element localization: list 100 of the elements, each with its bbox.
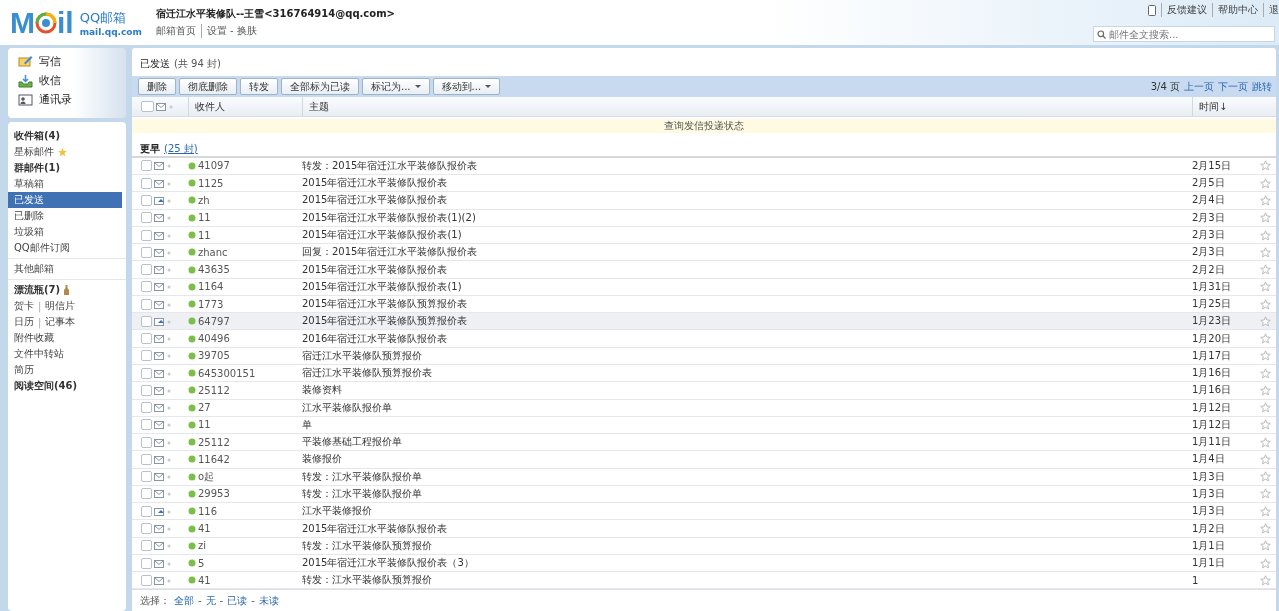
- star-icon[interactable]: [1259, 264, 1271, 276]
- column-header[interactable]: 收件人: [188, 97, 302, 117]
- sidebar-action[interactable]: 通讯录: [18, 92, 126, 107]
- toolbar-button[interactable]: 移动到...: [432, 78, 501, 96]
- star-icon[interactable]: [1259, 367, 1271, 379]
- mail-row[interactable]: 40496 2016年宿迁江水平装修队报价表 1月20日: [132, 330, 1276, 348]
- select-link[interactable]: 已读: [227, 593, 248, 608]
- star-icon[interactable]: [1259, 471, 1271, 483]
- checkbox[interactable]: [141, 101, 154, 113]
- folder-item[interactable]: 草稿箱: [8, 176, 126, 192]
- star-icon[interactable]: [1259, 436, 1271, 448]
- checkbox[interactable]: [141, 315, 152, 327]
- mail-row[interactable]: 11 单 1月12日: [132, 416, 1276, 435]
- checkbox[interactable]: [141, 350, 152, 362]
- star-icon[interactable]: [1259, 419, 1271, 431]
- notice-bar[interactable]: 查询发信投递状态: [132, 119, 1276, 134]
- toolbar-button[interactable]: 全部标为已读: [281, 78, 359, 96]
- checkbox[interactable]: [141, 194, 152, 206]
- checkbox[interactable]: [141, 333, 152, 345]
- mail-row[interactable]: 11 2015年宿迁江水平装修队报价表(1) 2月3日: [132, 226, 1276, 245]
- star-icon[interactable]: [1259, 281, 1271, 293]
- star-icon[interactable]: [1259, 194, 1271, 206]
- star-icon[interactable]: [1259, 453, 1271, 465]
- folder-link[interactable]: 日历: [14, 315, 34, 329]
- mail-row[interactable]: 25112 装修资料 1月16日: [132, 382, 1276, 400]
- top-link[interactable]: 反馈建议: [1161, 3, 1207, 17]
- star-icon[interactable]: [1259, 212, 1271, 224]
- checkbox[interactable]: [141, 229, 152, 241]
- star-icon[interactable]: [1259, 384, 1271, 396]
- select-link[interactable]: 全部: [174, 593, 194, 608]
- mail-row[interactable]: 27 江水平装修队报价单 1月12日: [132, 399, 1276, 417]
- folder-item[interactable]: 附件收藏: [8, 330, 126, 346]
- checkbox[interactable]: [141, 367, 152, 379]
- checkbox[interactable]: [141, 246, 152, 258]
- checkbox[interactable]: [141, 212, 152, 224]
- folder-item[interactable]: 其他邮箱: [8, 261, 126, 277]
- sidebar-action[interactable]: 收信: [18, 73, 126, 88]
- checkbox[interactable]: [141, 453, 152, 465]
- toolbar-button[interactable]: 标记为...: [362, 78, 430, 96]
- mail-row[interactable]: 41097 转发：2015年宿迁江水平装修队报价表 2月15日: [132, 157, 1276, 176]
- star-icon[interactable]: [1259, 246, 1271, 258]
- checkbox[interactable]: [141, 419, 152, 431]
- mail-row[interactable]: 43635 2015年宿迁江水平装修队报价表 2月2日: [132, 261, 1276, 279]
- star-icon[interactable]: [1259, 557, 1271, 569]
- star-icon[interactable]: [1259, 402, 1271, 414]
- star-icon[interactable]: [1259, 315, 1271, 327]
- mail-row[interactable]: zhanc 回复：2015年宿迁江水平装修队报价表 2月3日: [132, 244, 1276, 262]
- select-link[interactable]: 无: [205, 593, 216, 608]
- mail-row[interactable]: 11 2015年宿迁江水平装修队报价表(1)(2) 2月3日: [132, 209, 1276, 227]
- star-icon[interactable]: [1259, 350, 1271, 362]
- folder-item[interactable]: 收件箱(4): [8, 128, 126, 144]
- mail-row[interactable]: 41 2015年宿迁江水平装修队报价表 1月2日: [132, 520, 1276, 538]
- top-link[interactable]: 退: [1263, 3, 1279, 17]
- checkbox[interactable]: [141, 384, 152, 396]
- pager-link[interactable]: 下一页: [1218, 79, 1248, 94]
- checkbox[interactable]: [141, 557, 152, 569]
- mail-row[interactable]: zh 2015年宿迁江水平装修队报价表 2月4日: [132, 192, 1276, 210]
- checkbox[interactable]: [141, 471, 152, 483]
- folder-item[interactable]: 已发送: [8, 192, 122, 208]
- folder-item[interactable]: 群邮件(1): [8, 160, 126, 176]
- mail-row[interactable]: 39705 宿迁江水平装修队预算报价 1月17日: [132, 347, 1276, 365]
- folder-item[interactable]: 漂流瓶(7): [8, 282, 126, 298]
- checkbox[interactable]: [141, 523, 152, 534]
- folder-link[interactable]: 贺卡: [14, 299, 34, 313]
- column-header[interactable]: 主题: [302, 97, 1192, 117]
- star-icon[interactable]: [1259, 540, 1271, 552]
- search-field[interactable]: 邮件全文搜索...: [1093, 26, 1275, 42]
- star-icon[interactable]: [1259, 523, 1271, 534]
- mail-row[interactable]: zi 转发：江水平装修队预算报价 1月1日: [132, 537, 1276, 555]
- toolbar-button[interactable]: 转发: [240, 78, 278, 96]
- column-header[interactable]: 时间↓: [1192, 97, 1276, 117]
- toolbar-button[interactable]: 删除: [138, 78, 176, 96]
- star-icon[interactable]: [1259, 333, 1271, 345]
- folder-item[interactable]: 简历: [8, 362, 126, 378]
- folder-item[interactable]: 文件中转站: [8, 346, 126, 362]
- star-icon[interactable]: [1259, 298, 1271, 310]
- mail-row[interactable]: 116 江水平装修报价 1月3日: [132, 503, 1276, 521]
- mail-row[interactable]: 1164 2015年宿迁江水平装修队报价表(1) 1月31日: [132, 278, 1276, 296]
- sidebar-action[interactable]: 写信: [18, 54, 126, 69]
- folder-item[interactable]: 垃圾箱: [8, 224, 126, 240]
- checkbox[interactable]: [141, 177, 152, 189]
- mail-row[interactable]: 1125 2015年宿迁江水平装修队报价表 2月5日: [132, 175, 1276, 193]
- checkbox[interactable]: [141, 402, 152, 414]
- account-link[interactable]: 邮箱首页: [155, 24, 196, 38]
- star-icon[interactable]: [1259, 160, 1271, 172]
- mail-row[interactable]: 11642 装修报价 1月4日: [132, 451, 1276, 469]
- star-icon[interactable]: [1259, 229, 1271, 241]
- mail-row[interactable]: 645300151 宿迁江水平装修队预算报价表 1月16日: [132, 365, 1276, 383]
- checkbox[interactable]: [141, 298, 152, 310]
- pager-link[interactable]: 上一页: [1184, 79, 1214, 94]
- checkbox[interactable]: [141, 160, 152, 172]
- star-icon[interactable]: [1259, 488, 1271, 500]
- checkbox[interactable]: [141, 574, 152, 586]
- checkbox[interactable]: [141, 281, 152, 293]
- mail-row[interactable]: 29953 转发：江水平装修队报价单 1月3日: [132, 485, 1276, 504]
- folder-item[interactable]: QQ邮件订阅: [8, 240, 126, 256]
- account-name[interactable]: 宿迁江水平装修队--王雪<316764914@qq.com>: [155, 7, 395, 21]
- checkbox[interactable]: [141, 264, 152, 276]
- select-link[interactable]: 未读: [258, 593, 279, 608]
- mail-row[interactable]: 5 2015年宿迁江水平装修队报价表（3） 1月1日: [132, 554, 1276, 573]
